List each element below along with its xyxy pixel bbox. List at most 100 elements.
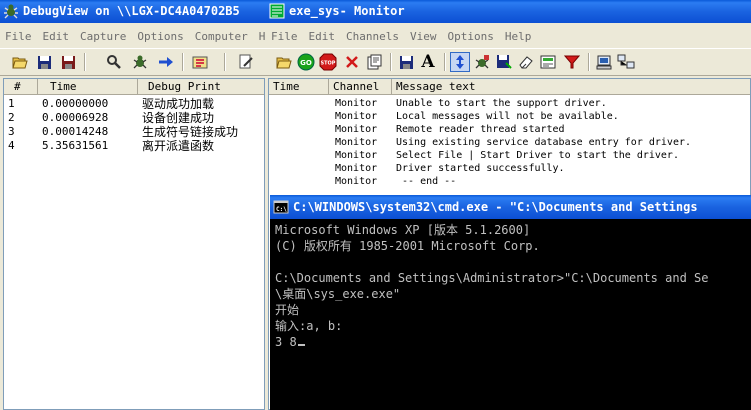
console-input-line[interactable]: 3 8	[275, 334, 708, 350]
svg-text:GO: GO	[300, 59, 312, 67]
go-icon[interactable]: GO	[296, 52, 316, 72]
column-header-message-text[interactable]: Message text	[392, 79, 750, 94]
open-icon[interactable]	[274, 52, 294, 72]
message-row-text: Select File | Start Driver to start the …	[396, 150, 679, 161]
highlight-icon[interactable]	[236, 52, 256, 72]
monitor-app-icon	[269, 3, 285, 19]
find-icon[interactable]	[104, 52, 124, 72]
debugview-titlebar[interactable]: DebugView on \\LGX-DC4A04702B5	[0, 0, 268, 23]
console-icon: C:\	[273, 200, 289, 214]
close-icon[interactable]	[342, 52, 362, 72]
message-row-channel: Monitor	[335, 124, 378, 135]
column-header-time[interactable]: Time	[269, 79, 329, 94]
stop-icon[interactable]: STOP	[318, 52, 338, 72]
capture-icon[interactable]	[130, 52, 150, 72]
log-row[interactable]: 4 5.35631561 离开派遣函数	[4, 139, 264, 153]
message-row[interactable]: Monitor Unable to start the support driv…	[269, 97, 750, 111]
debugview-title: DebugView on \\LGX-DC4A04702B5	[23, 4, 240, 18]
message-row-channel: Monitor	[335, 137, 378, 148]
menu-view[interactable]: View	[410, 27, 437, 47]
menu-file[interactable]: File	[5, 27, 32, 47]
message-row[interactable]: Monitor Local messages will not be avail…	[269, 110, 750, 124]
message-row[interactable]: Monitor Driver started successfully.	[269, 162, 750, 176]
monitor-menubar: File Edit Channels View Options Help	[266, 27, 751, 47]
monitor-titlebar[interactable]: exe_sys- Monitor	[266, 0, 751, 23]
log-row-num: 2	[8, 111, 15, 124]
open-icon[interactable]	[10, 52, 30, 72]
message-row-channel: Monitor	[335, 98, 378, 109]
log-row[interactable]: 2 0.00006928 设备创建成功	[4, 111, 264, 125]
message-row-text: -- end --	[396, 176, 457, 187]
message-row[interactable]: Monitor Select File | Start Driver to st…	[269, 149, 750, 163]
log-to-file-icon[interactable]	[494, 52, 514, 72]
menu-channels[interactable]: Channels	[346, 27, 399, 47]
debugview-app-icon	[4, 4, 18, 19]
filter-icon[interactable]	[562, 52, 582, 72]
message-row-text: Driver started successfully.	[396, 163, 565, 174]
column-header-time[interactable]: Time	[38, 79, 138, 94]
computer-icon[interactable]	[594, 52, 614, 72]
log-row-time: 0.00014248	[42, 125, 109, 138]
message-row-channel: Monitor	[335, 176, 378, 187]
debugview-log-list: # Time Debug Print 1 0.00000000 驱动成功加载 2…	[3, 78, 265, 410]
message-row-channel: Monitor	[335, 150, 378, 161]
message-row-text: Unable to start the support driver.	[396, 98, 607, 109]
menu-options[interactable]: Options	[447, 27, 493, 47]
log-row-num: 4	[8, 139, 15, 152]
log-row-time: 0.00006928	[42, 111, 109, 124]
cmd-console-window[interactable]: C:\ C:\WINDOWS\system32\cmd.exe - "C:\Do…	[270, 195, 751, 410]
save-icon[interactable]	[396, 52, 416, 72]
erase-icon[interactable]	[516, 52, 536, 72]
log-row-num: 3	[8, 125, 15, 138]
monitor-list-header: Time Channel Message text	[269, 79, 750, 95]
monitor-title: exe_sys- Monitor	[289, 4, 405, 18]
column-header-num[interactable]: #	[4, 79, 38, 94]
message-row[interactable]: Monitor -- end --	[269, 175, 750, 189]
arrow-right-icon[interactable]	[156, 52, 176, 72]
svg-text:STOP: STOP	[321, 61, 336, 67]
cmd-titlebar[interactable]: C:\ C:\WINDOWS\system32\cmd.exe - "C:\Do…	[270, 195, 751, 219]
log-row-time: 5.35631561	[42, 139, 109, 152]
filter-icon[interactable]	[190, 52, 210, 72]
options-icon[interactable]	[538, 52, 558, 72]
console-line: (C) 版权所有 1985-2001 Microsoft Corp.	[275, 239, 540, 253]
log-row-text: 驱动成功加载	[142, 97, 215, 111]
save-icon[interactable]	[34, 52, 54, 72]
scroll-icon[interactable]	[450, 52, 470, 72]
menu-edit[interactable]: Edit	[43, 27, 70, 47]
log-to-file-icon[interactable]	[58, 52, 78, 72]
debugview-list-header: # Time Debug Print	[4, 79, 264, 95]
menu-help[interactable]: Help	[505, 27, 532, 47]
message-row-text: Remote reader thread started	[396, 124, 565, 135]
message-row[interactable]: Monitor Using existing service database …	[269, 136, 750, 150]
toolbar-separator	[588, 53, 590, 71]
font-icon[interactable]: A	[418, 52, 438, 72]
network-icon[interactable]	[616, 52, 636, 72]
message-row[interactable]: Monitor Remote reader thread started	[269, 123, 750, 137]
toolbar-separator	[390, 53, 392, 71]
menu-capture[interactable]: Capture	[80, 27, 126, 47]
svg-text:C:\: C:\	[276, 206, 287, 213]
debugview-toolbar	[0, 48, 268, 76]
menu-file[interactable]: File	[271, 27, 298, 47]
log-row-time: 0.00000000	[42, 97, 109, 110]
console-line: \桌面\sys_exe.exe"	[275, 287, 401, 301]
capture-icon[interactable]	[472, 52, 492, 72]
log-row[interactable]: 1 0.00000000 驱动成功加载	[4, 97, 264, 111]
console-line: C:\Documents and Settings\Administrator>…	[275, 271, 709, 285]
menu-options[interactable]: Options	[137, 27, 183, 47]
column-header-channel[interactable]: Channel	[329, 79, 392, 94]
log-row-num: 1	[8, 97, 15, 110]
log-row-text: 生成符号链接成功	[142, 125, 239, 139]
console-input-text: 3 8	[275, 335, 297, 349]
debugview-window: DebugView on \\LGX-DC4A04702B5 File Edit C…	[0, 0, 268, 410]
properties-icon[interactable]	[364, 52, 384, 72]
menu-computer[interactable]: Computer	[195, 27, 248, 47]
column-header-debug-print[interactable]: Debug Print	[138, 79, 264, 94]
menu-edit[interactable]: Edit	[309, 27, 336, 47]
log-row-text: 设备创建成功	[142, 111, 215, 125]
debugview-menubar: FileEditCaptureOptionsComputerHe	[0, 27, 268, 47]
log-row[interactable]: 3 0.00014248 生成符号链接成功	[4, 125, 264, 139]
text-cursor	[297, 344, 305, 346]
cmd-title: C:\WINDOWS\system32\cmd.exe - "C:\Docume…	[293, 200, 698, 214]
